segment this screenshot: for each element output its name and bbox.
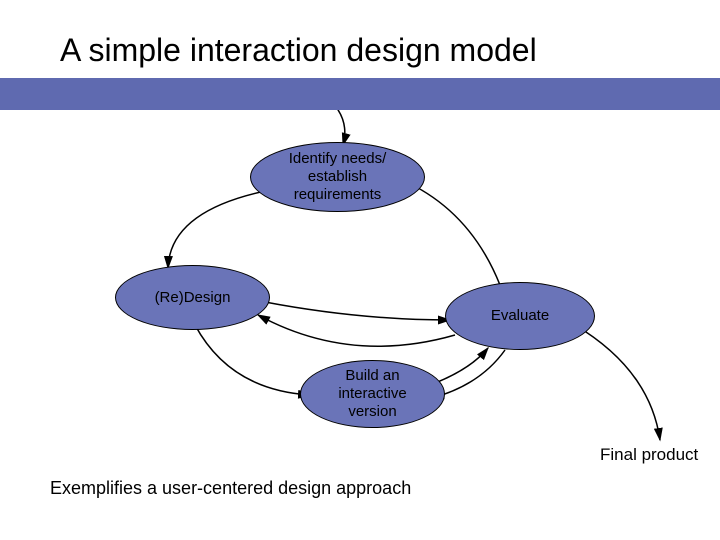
node-identify-label: Identify needs/ establish requirements — [289, 150, 387, 204]
node-redesign: (Re)Design — [115, 265, 270, 330]
title-bar: A simple interaction design model — [0, 0, 720, 110]
node-build: Build an interactive version — [300, 360, 445, 428]
diagram-area: Identify needs/ establish requirements (… — [0, 110, 720, 490]
caption: Exemplifies a user-centered design appro… — [50, 478, 411, 499]
node-identify: Identify needs/ establish requirements — [250, 142, 425, 212]
node-evaluate: Evaluate — [445, 282, 595, 350]
node-evaluate-label: Evaluate — [491, 307, 549, 325]
node-build-label: Build an interactive version — [338, 367, 406, 421]
node-redesign-label: (Re)Design — [155, 289, 231, 307]
final-product-label: Final product — [600, 445, 698, 465]
title-underline — [0, 78, 720, 110]
page-title: A simple interaction design model — [60, 32, 537, 69]
